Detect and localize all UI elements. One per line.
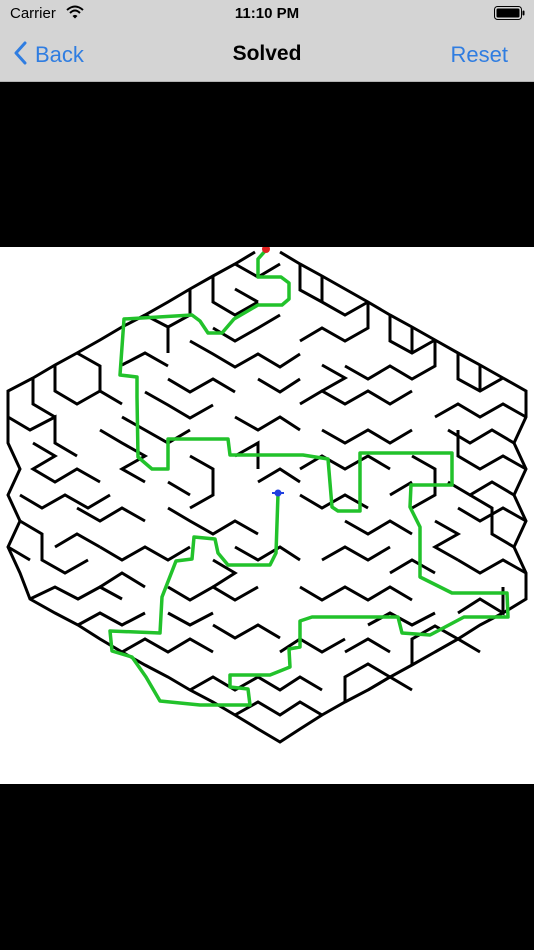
maze-canvas[interactable] bbox=[0, 247, 534, 784]
back-label: Back bbox=[35, 42, 84, 67]
solution-path bbox=[108, 248, 510, 707]
maze-image bbox=[6, 247, 528, 744]
reset-button[interactable]: Reset bbox=[451, 42, 508, 68]
battery-icon bbox=[494, 6, 526, 25]
nav-bar: Back Solved Reset bbox=[0, 28, 534, 82]
maze-outline bbox=[6, 250, 528, 744]
maze-walls bbox=[7, 262, 527, 717]
back-button[interactable]: Back bbox=[14, 40, 84, 70]
clock-label: 11:10 PM bbox=[234, 5, 300, 22]
navigation-header: Carrier 11:10 PM Back Solved Reset bbox=[0, 0, 534, 82]
status-bar: Carrier 11:10 PM bbox=[0, 0, 534, 28]
end-marker bbox=[272, 489, 284, 497]
chevron-left-icon bbox=[14, 41, 27, 70]
